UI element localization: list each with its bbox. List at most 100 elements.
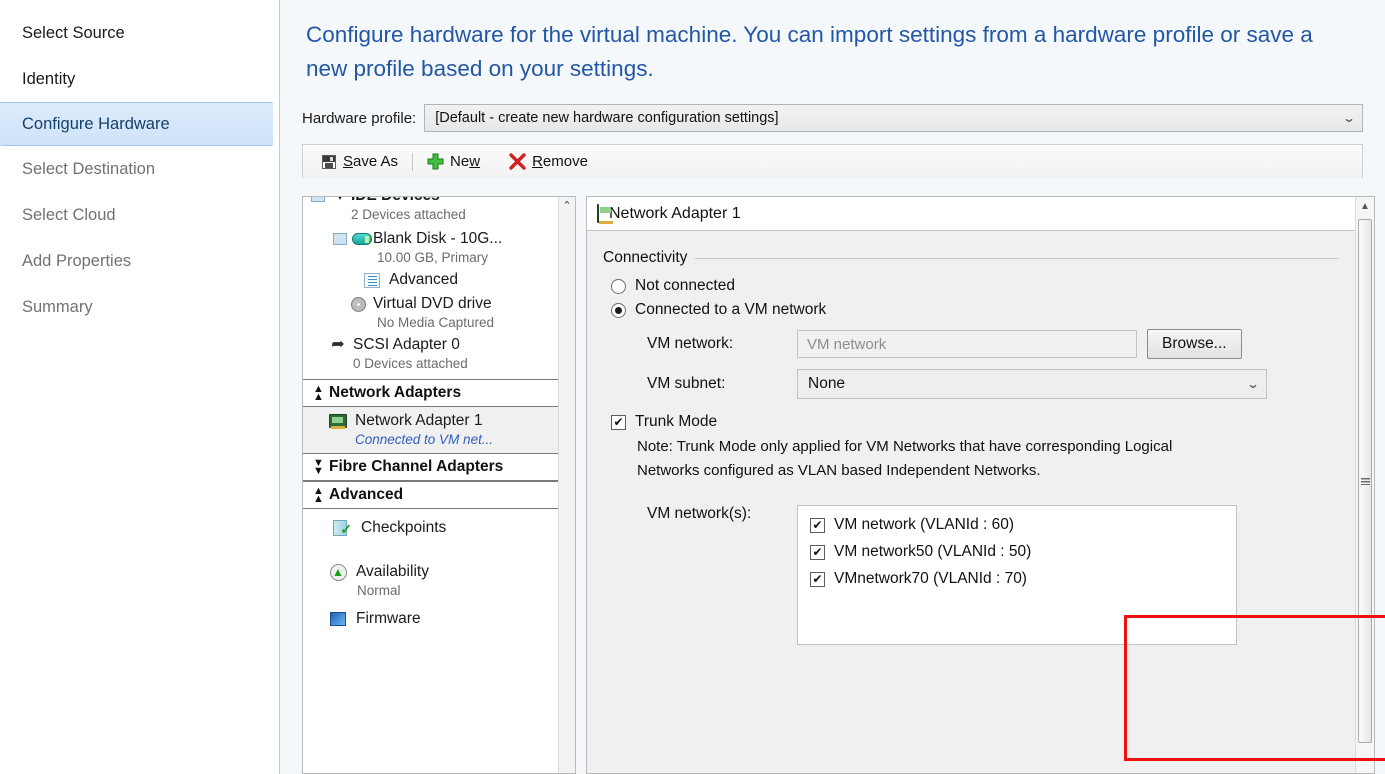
vm-network-field-row: VM network: VM network Browse... (647, 329, 1339, 359)
checkbox-icon-checked[interactable]: ✔ (810, 545, 825, 560)
vm-networks-label: VM network(s): (647, 505, 797, 523)
tree-item-network-adapter-1[interactable]: Network Adapter 1 Connected to VM net... (303, 407, 558, 453)
adapter-detail-panel: Network Adapter 1 Connectivity Not conne… (586, 196, 1375, 774)
tree-section-fibre-channel[interactable]: ▼▼ Fibre Channel Adapters (303, 453, 558, 481)
tree-label: Advanced (389, 271, 458, 289)
vm-networks-list[interactable]: ✔ VM network (VLANId : 60) ✔ VM network5… (797, 505, 1237, 645)
vm-network-input[interactable]: VM network (797, 330, 1137, 358)
radio-icon-checked (611, 303, 626, 318)
browse-button[interactable]: Browse... (1147, 329, 1242, 359)
wizard-window: Select Source Identity Configure Hardwar… (0, 0, 1385, 774)
expander-icon (329, 233, 351, 245)
tree-section-network-adapters[interactable]: ▲▲ Network Adapters (303, 379, 558, 407)
tree-section-label: Fibre Channel Adapters (329, 458, 503, 476)
tree-item-scsi-adapter[interactable]: ➦ SCSI Adapter 0 (303, 336, 558, 354)
new-label: New (450, 153, 480, 170)
tree-sub-virtual-dvd: No Media Captured (303, 315, 558, 330)
connectivity-group-legend: Connectivity (603, 249, 1339, 267)
radio-not-connected[interactable]: Not connected (611, 277, 1339, 295)
checkbox-icon-checked[interactable]: ✔ (810, 518, 825, 533)
expander-icon (307, 197, 329, 202)
tree-label: Virtual DVD drive (373, 295, 492, 313)
tree-label: Checkpoints (361, 519, 446, 537)
trunk-mode-label: Trunk Mode (635, 413, 717, 431)
tree-scrollbar[interactable]: ⌃ (558, 197, 575, 773)
disk-icon (351, 233, 373, 245)
tree-item-blank-disk[interactable]: Blank Disk - 10G... (303, 230, 558, 248)
main-content: Configure hardware for the virtual machi… (280, 0, 1385, 774)
hardware-tree-panel: ▾ IDE Devices 2 Devices attached Blank D… (302, 196, 576, 774)
floppy-disk-icon (321, 154, 337, 170)
vm-subnet-select[interactable]: None ⌄ (797, 369, 1267, 399)
chevron-up-double-icon: ▲▲ (307, 385, 329, 401)
detail-content: Connectivity Not connected Connected to … (587, 231, 1355, 645)
hardware-profile-row: Hardware profile: [Default - create new … (302, 104, 1363, 132)
list-item[interactable]: ✔ VMnetwork70 (VLANId : 70) (810, 570, 1236, 588)
profile-toolbar: Save As New Remove (302, 144, 1363, 178)
detail-title-label: Network Adapter 1 (609, 205, 741, 223)
network-adapter-icon (327, 414, 349, 428)
scrollbar-thumb[interactable] (1358, 219, 1372, 743)
detail-header: Network Adapter 1 (587, 197, 1355, 231)
sidebar-item-add-properties[interactable]: Add Properties (0, 238, 279, 284)
list-item[interactable]: ✔ VM network (VLANId : 60) (810, 516, 1236, 534)
trunk-mode-note: Note: Trunk Mode only applied for VM Net… (637, 435, 1197, 483)
remove-label: Remove (532, 153, 588, 170)
hardware-profile-label: Hardware profile: (302, 110, 416, 127)
save-as-button[interactable]: Save As (313, 151, 406, 172)
adapter-detail-body: Network Adapter 1 Connectivity Not conne… (587, 197, 1355, 773)
vm-subnet-field-row: VM subnet: None ⌄ (647, 369, 1339, 399)
list-item-label: VM network (VLANId : 60) (834, 516, 1014, 534)
tree-label: IDE Devices (351, 197, 440, 205)
remove-button[interactable]: Remove (501, 151, 596, 172)
new-button[interactable]: New (419, 151, 488, 172)
toolbar-spacer (494, 153, 495, 171)
toolbar-separator (412, 153, 413, 171)
sidebar-item-identity[interactable]: Identity (0, 56, 279, 102)
vm-networks-row: VM network(s): ✔ VM network (VLANId : 60… (647, 505, 1339, 645)
hardware-tree-scroll: ▾ IDE Devices 2 Devices attached Blank D… (303, 197, 558, 773)
tree-section-advanced[interactable]: ▲▲ Advanced (303, 481, 558, 509)
vm-network-label: VM network: (647, 335, 797, 353)
scroll-up-icon[interactable]: ▲ (1356, 197, 1374, 216)
tree-sub-ide-devices: 2 Devices attached (303, 207, 558, 222)
tree-label: SCSI Adapter 0 (353, 336, 460, 354)
tree-label: Availability (356, 563, 429, 581)
tree-item-availability[interactable]: ▲ Availability (303, 563, 558, 581)
tree-item-firmware[interactable]: Firmware (303, 610, 558, 628)
hardware-profile-select[interactable]: [Default - create new hardware configura… (424, 104, 1363, 132)
checkbox-icon-checked[interactable]: ✔ (810, 572, 825, 587)
list-item[interactable]: ✔ VM network50 (VLANId : 50) (810, 543, 1236, 561)
detail-scrollbar[interactable]: ▲ (1355, 197, 1374, 773)
tree-item-ide-devices[interactable]: ▾ IDE Devices (303, 197, 558, 207)
radio-label: Connected to a VM network (635, 301, 826, 319)
advanced-icon (361, 273, 383, 288)
tree-item-checkpoints[interactable]: Checkpoints (303, 519, 558, 537)
sidebar-item-configure-hardware[interactable]: Configure Hardware (0, 102, 273, 146)
sidebar-item-select-source[interactable]: Select Source (0, 10, 279, 56)
hardware-panes: ▾ IDE Devices 2 Devices attached Blank D… (302, 196, 1375, 774)
scroll-up-icon[interactable]: ⌃ (559, 197, 575, 214)
radio-icon-unchecked (611, 279, 626, 294)
group-divider (695, 258, 1339, 259)
chevron-down-icon: ⌄ (1246, 378, 1260, 390)
close-x-icon (509, 153, 526, 170)
tree-sub-blank-disk: 10.00 GB, Primary (303, 250, 558, 265)
tree-item-advanced-disk[interactable]: Advanced (303, 271, 558, 289)
radio-label: Not connected (635, 277, 735, 295)
tree-section-label: Network Adapters (329, 384, 461, 402)
dvd-icon (347, 297, 369, 312)
checkpoints-icon (329, 520, 351, 536)
chevron-up-double-icon: ▲▲ (307, 487, 329, 503)
vm-subnet-label: VM subnet: (647, 375, 797, 393)
sidebar-item-select-cloud[interactable]: Select Cloud (0, 192, 279, 238)
firmware-icon (327, 612, 349, 626)
radio-connected-to-vm-network[interactable]: Connected to a VM network (611, 301, 1339, 319)
trunk-mode-checkbox-row[interactable]: ✔ Trunk Mode (611, 413, 1339, 431)
scsi-icon: ➦ (327, 338, 349, 352)
sidebar-item-select-destination[interactable]: Select Destination (0, 146, 279, 192)
list-item-label: VM network50 (VLANId : 50) (834, 543, 1031, 561)
tree-item-virtual-dvd[interactable]: Virtual DVD drive (303, 295, 558, 313)
sidebar-item-summary[interactable]: Summary (0, 284, 279, 330)
tree-label: Blank Disk - 10G... (373, 230, 502, 248)
